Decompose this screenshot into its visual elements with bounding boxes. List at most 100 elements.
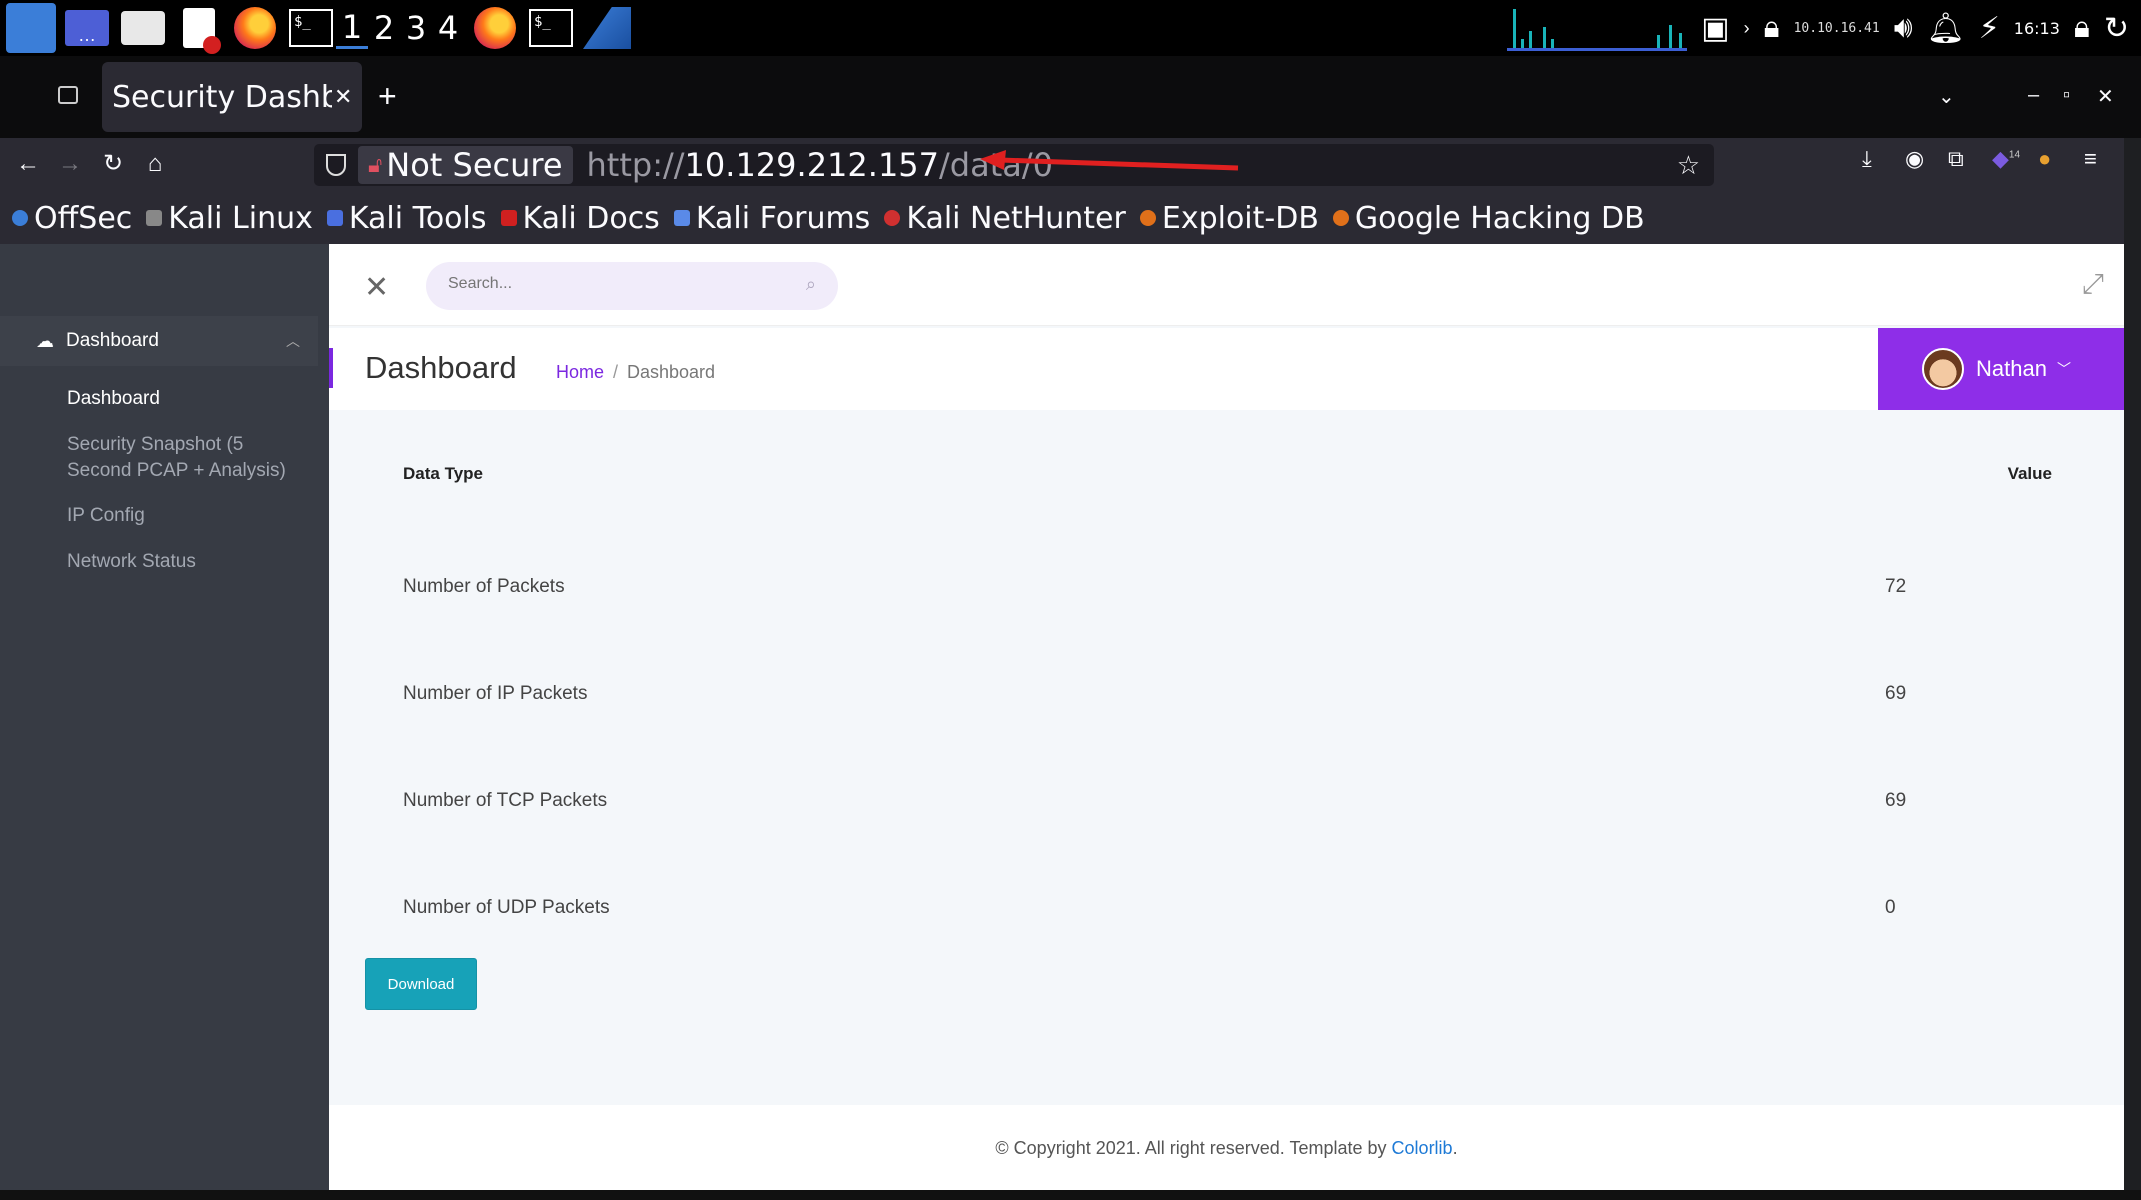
bookmark-kali-forums[interactable]: Kali Forums [673, 200, 871, 236]
kali-menu-icon[interactable] [6, 3, 56, 53]
page-header: Dashboard Home / Dashboard Nathan ﹀ [329, 328, 2124, 410]
volume-icon[interactable]: 🔊︎ [1894, 11, 1913, 45]
home-button[interactable]: ⌂ [137, 146, 173, 182]
chevron-down-icon[interactable]: ⌄ [1938, 84, 1955, 109]
wireshark-window-button[interactable] [582, 3, 632, 53]
search-box[interactable]: ⌕ [426, 262, 838, 310]
logout-icon[interactable]: ↻ [2104, 11, 2129, 46]
sidebar-section-label: Dashboard [66, 330, 159, 351]
browser-tab-bar: Security Dashboard ✕ + ⌄ – ▫ ✕ [0, 56, 2141, 138]
search-icon[interactable]: ⌕ [806, 274, 816, 295]
firefox-icon [234, 7, 276, 49]
bookmark-kali-tools[interactable]: Kali Tools [326, 200, 487, 236]
colorlib-link[interactable]: Colorlib [1392, 1138, 1453, 1158]
copyright-text: © Copyright 2021. All right reserved. Te… [329, 1138, 2124, 1159]
workspace-2[interactable]: 2 [368, 9, 400, 47]
bookmark-kali-nethunter[interactable]: Kali NetHunter [884, 201, 1126, 236]
user-menu[interactable]: Nathan ﹀ [1878, 328, 2124, 410]
bookmark-kali-linux[interactable]: Kali Linux [146, 201, 313, 236]
tab-list-icon[interactable] [58, 86, 78, 104]
offsec-icon [12, 210, 28, 226]
bookmark-kali-docs[interactable]: Kali Docs [500, 201, 660, 236]
firefox-launcher-button[interactable] [230, 3, 280, 53]
table-row-value: 72 [1885, 576, 1907, 597]
window-scrollbar[interactable] [2124, 138, 2141, 1192]
bookmark-google-hacking-db[interactable]: Google Hacking DB [1332, 201, 1645, 236]
kali-icon [146, 210, 163, 226]
page-title: Dashboard [365, 350, 517, 385]
chevron-right-icon: › [1743, 17, 1750, 38]
search-input[interactable] [446, 274, 786, 294]
close-sidebar-icon[interactable]: ✕ [364, 270, 389, 305]
close-window-button[interactable]: ✕ [2097, 84, 2114, 109]
file-icon [183, 8, 221, 54]
terminal-window-button[interactable]: $_ [526, 3, 576, 53]
lock-screen-icon[interactable]: 🔒︎ [2074, 11, 2090, 45]
bookmark-exploit-db[interactable]: Exploit-DB [1139, 200, 1319, 236]
footer: © Copyright 2021. All right reserved. Te… [329, 1105, 2124, 1190]
wireshark-icon [583, 7, 631, 49]
user-name: Nathan [1976, 356, 2047, 381]
tab-title: Security Dashboard [112, 79, 332, 115]
network-graph [1507, 3, 1688, 53]
bookmark-label: Kali Tools [348, 200, 487, 236]
file-manager-button[interactable] [118, 3, 168, 53]
tab-security-dashboard[interactable]: Security Dashboard ✕ [102, 62, 362, 132]
bookmark-label: Kali Forums [695, 200, 871, 236]
monitor-icon[interactable]: ▣ [1701, 11, 1729, 46]
forward-button[interactable]: → [52, 146, 88, 182]
fullscreen-icon[interactable]: ⤢ [2082, 268, 2104, 301]
hamburger-menu-icon[interactable]: ≡ [2084, 146, 2097, 172]
minimize-button[interactable]: – [2028, 84, 2039, 107]
vpn-lock-icon[interactable]: 🔒︎ [1764, 11, 1780, 45]
download-button[interactable]: Download [365, 958, 477, 1010]
sidebar-item-ip-config[interactable]: IP Config [67, 503, 145, 529]
table-row-label: Number of IP Packets [403, 683, 588, 704]
power-icon[interactable]: ⚡︎ [1979, 11, 2000, 46]
bookmark-label: OffSec [34, 200, 133, 236]
firefox-icon [474, 7, 516, 49]
table-row-label: Number of TCP Packets [403, 790, 608, 811]
maximize-button[interactable]: ▫ [2063, 84, 2070, 107]
breadcrumb-separator: / [613, 362, 619, 382]
sidebar-item-security-snapshot[interactable]: Security Snapshot (5 Second PCAP + Analy… [67, 432, 286, 484]
url-scheme: http:// [586, 146, 685, 184]
account-icon[interactable]: ◉ [1905, 146, 1924, 172]
tab-close-icon[interactable]: ✕ [334, 85, 352, 110]
terminal-launcher-button[interactable]: $_ [286, 3, 336, 53]
cookie-extension-icon[interactable]: ● [2038, 146, 2051, 172]
firefox-window-button[interactable] [470, 3, 520, 53]
data-table: Data Type Value Number of Packets 72 Num… [329, 410, 2124, 1105]
tracking-shield-icon[interactable] [326, 154, 346, 176]
notification-bell-icon[interactable]: 🔔︎ [1927, 11, 1965, 46]
kali-forums-icon [673, 210, 690, 226]
graph-bar [1679, 33, 1683, 49]
sidebar-item-network-status[interactable]: Network Status [67, 549, 196, 575]
extension-badge-icon[interactable]: ◆14 [1992, 146, 2020, 172]
text-editor-button[interactable] [174, 3, 224, 54]
reload-button[interactable]: ↻ [95, 146, 131, 182]
url-host: 10.129.212.157 [684, 146, 940, 184]
show-desktop-button[interactable]: … [62, 3, 112, 53]
back-button[interactable]: ← [10, 146, 46, 182]
column-header-data-type: Data Type [403, 464, 483, 483]
graph-bar [1669, 25, 1673, 49]
breadcrumb-home[interactable]: Home [556, 362, 604, 383]
not-secure-badge[interactable]: 🔓︎ Not Secure [358, 146, 573, 184]
system-tray: ▣ › 🔒︎ 10.10.16.41 🔊︎ 🔔︎ ⚡︎ 16:13 🔒︎ ↻ [1507, 0, 2141, 56]
workspace-3[interactable]: 3 [400, 9, 432, 47]
clock[interactable]: 16:13 [2014, 19, 2060, 38]
new-tab-button[interactable]: + [378, 78, 397, 115]
bookmark-star-icon[interactable]: ☆ [1677, 150, 1700, 181]
extensions-icon[interactable]: ⧉ [1948, 146, 1964, 172]
sidebar-section-dashboard[interactable]: ☁︎ Dashboard ︿ [0, 316, 318, 366]
sidebar-item-dashboard[interactable]: Dashboard [67, 386, 160, 412]
bookmark-offsec[interactable]: OffSec [12, 201, 132, 236]
sidebar-item-label: Security Snapshot (5 [67, 434, 244, 455]
downloads-icon[interactable]: ⤓ [1862, 146, 1872, 172]
table-row-label: Number of Packets [403, 576, 565, 597]
extension-badge-count: 14 [2008, 149, 2021, 161]
workspace-1[interactable]: 1 [336, 8, 368, 49]
bookmark-label: Exploit-DB [1161, 200, 1319, 236]
workspace-4[interactable]: 4 [432, 9, 464, 47]
